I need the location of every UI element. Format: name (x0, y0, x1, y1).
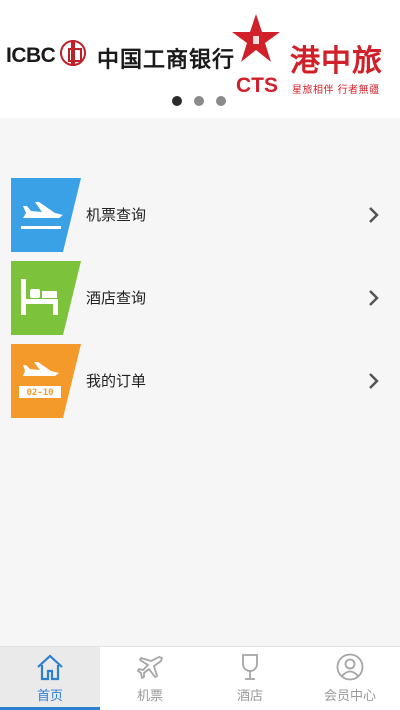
glass-icon (242, 654, 258, 680)
bottom-tab-bar: 首页 机票 酒店 会员中心 (0, 646, 400, 710)
cts-star-icon (232, 14, 280, 62)
icbc-bank-name: 中国工商银行 (97, 48, 236, 73)
icbc-emblem-icon (60, 40, 86, 66)
order-ticket-icon: 02-10 (11, 344, 81, 418)
pager-dot[interactable] (194, 96, 204, 106)
tab-flights[interactable]: 机票 (100, 647, 200, 710)
menu-item-label: 我的订单 (86, 372, 147, 390)
icbc-logo-text: ICBC (6, 44, 56, 67)
plane-icon (137, 656, 163, 679)
menu-item-label: 机票查询 (86, 206, 147, 224)
tab-label: 酒店 (236, 689, 263, 704)
tab-label: 会员中心 (323, 689, 376, 704)
menu-item-flight-search[interactable]: 机票查询 (0, 178, 400, 252)
banner-carousel[interactable]: ICBC 中国工商银行 CTS 港中旅 星旅相伴 行者無疆 (0, 0, 400, 118)
menu-item-my-orders[interactable]: 02-10 我的订单 (0, 344, 400, 418)
chevron-right-icon (369, 207, 379, 223)
menu-item-label: 酒店查询 (86, 289, 147, 307)
chevron-right-icon (369, 290, 379, 306)
carousel-pager (172, 96, 226, 106)
tab-label: 机票 (136, 689, 163, 704)
home-icon (37, 654, 63, 681)
cts-slogan: 星旅相伴 行者無疆 (292, 85, 380, 96)
hotel-bed-icon (11, 261, 81, 335)
pager-dot[interactable] (216, 96, 226, 106)
pager-dot[interactable] (172, 96, 182, 106)
tab-member-center[interactable]: 会员中心 (300, 647, 400, 710)
order-icon-text: 02-10 (26, 388, 53, 398)
tab-home[interactable]: 首页 (0, 647, 100, 710)
cts-logo-text: CTS (236, 74, 278, 97)
tab-label: 首页 (36, 689, 63, 704)
tab-hotels[interactable]: 酒店 (200, 647, 300, 710)
chevron-right-icon (369, 373, 379, 389)
user-icon (336, 653, 364, 681)
cts-brand-name: 港中旅 (290, 44, 383, 79)
plane-departure-icon (11, 178, 81, 252)
menu-item-hotel-search[interactable]: 酒店查询 (0, 261, 400, 335)
